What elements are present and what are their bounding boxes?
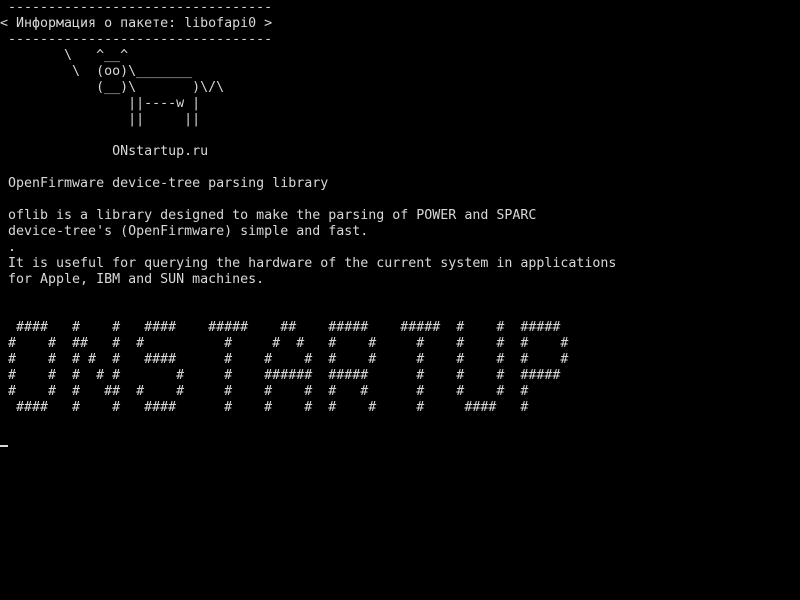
- cow-art-line: \ (oo)\_______: [0, 64, 193, 79]
- banner-art-line: #### # # #### # # # # # # #### #: [0, 400, 529, 415]
- description-line: oflib is a library designed to make the …: [0, 208, 537, 223]
- cow-art-line: \ ^__^: [0, 48, 129, 63]
- description-line: .: [0, 240, 17, 255]
- package-summary: OpenFirmware device-tree parsing library: [0, 176, 329, 191]
- site-credit: ONstartup.ru: [0, 144, 209, 159]
- box-bottom-border: ---------------------------------: [0, 32, 273, 47]
- banner-art-line: #### # # #### ##### ## ##### ##### # # #…: [0, 320, 561, 335]
- cow-art-line: || ||: [0, 112, 201, 127]
- package-info-title: < Информация о пакете: libofapi0 >: [0, 16, 273, 31]
- banner-art-line: # # # # # # # ###### ##### # # # #####: [0, 368, 561, 383]
- banner-art-line: # # # # # #### # # # # # # # # # #: [0, 352, 569, 367]
- text-cursor[interactable]: [0, 445, 8, 447]
- console-screen: --------------------------------- < Инфо…: [0, 0, 800, 600]
- banner-art-line: # # ## # # # # # # # # # # # #: [0, 336, 569, 351]
- description-line: device-tree's (OpenFirmware) simple and …: [0, 224, 369, 239]
- banner-art-line: # # # ## # # # # # # # # # # #: [0, 384, 529, 399]
- description-line: for Apple, IBM and SUN machines.: [0, 272, 265, 287]
- box-top-border: ---------------------------------: [0, 0, 273, 15]
- description-line: It is useful for querying the hardware o…: [0, 256, 617, 271]
- cow-art-line: (__)\ )\/\: [0, 80, 225, 95]
- cow-art-line: ||----w |: [0, 96, 201, 111]
